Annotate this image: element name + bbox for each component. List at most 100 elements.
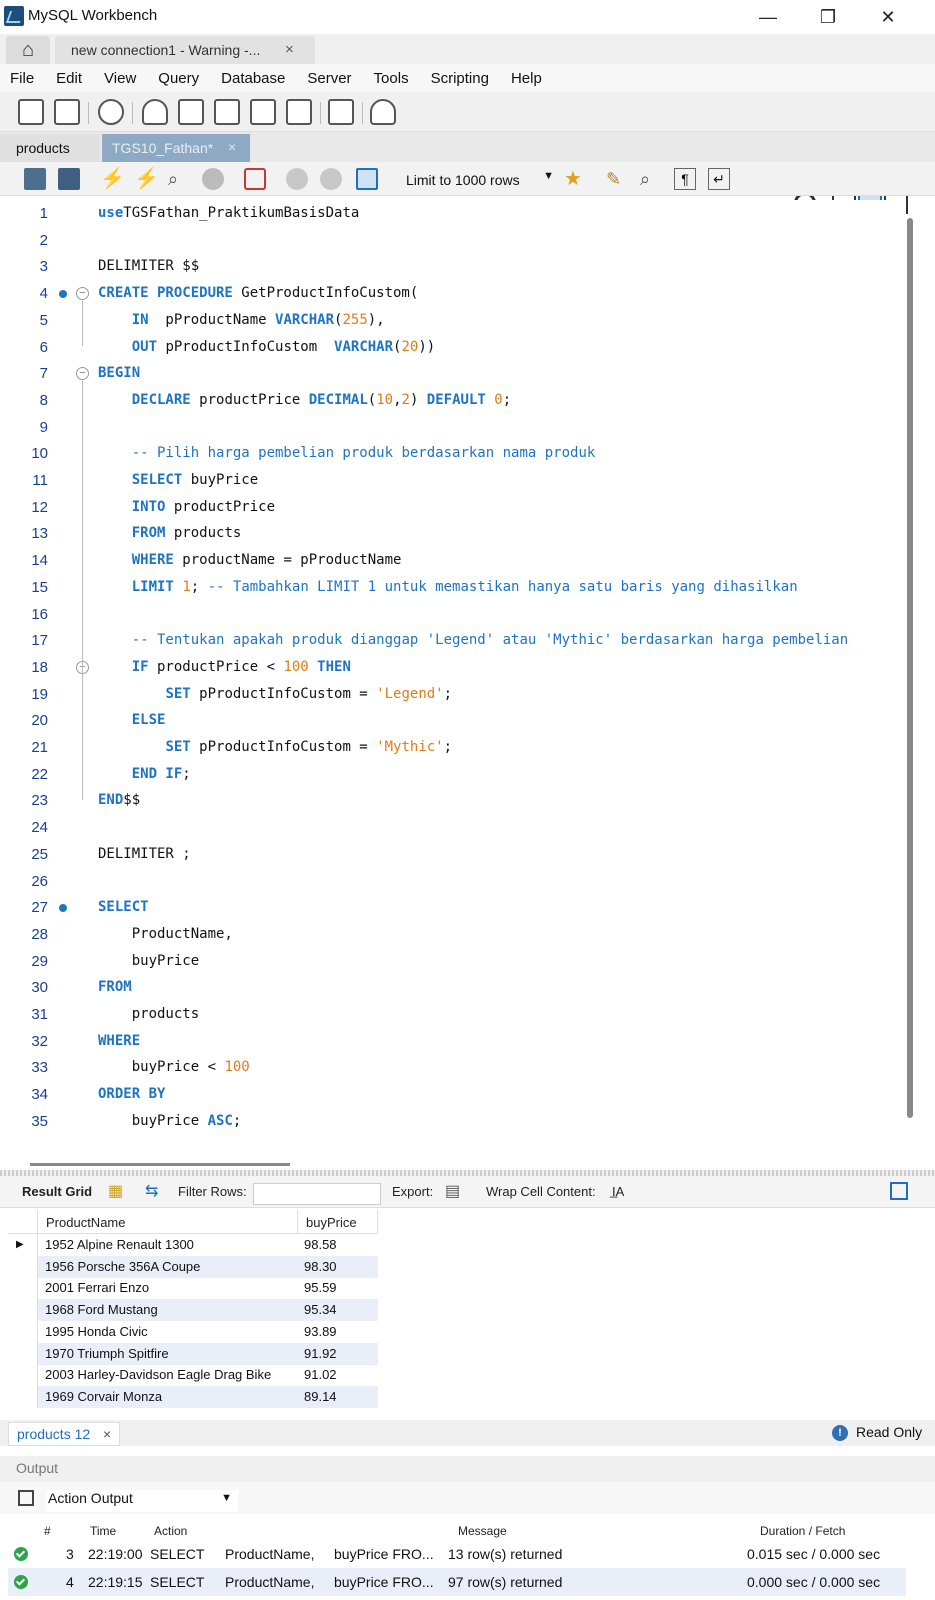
code-line[interactable]: 2 <box>8 227 906 254</box>
code-line[interactable]: 32 WHERE <box>8 1028 906 1055</box>
menu-file[interactable]: File <box>10 70 42 87</box>
code-line[interactable]: 25 DELIMITER ; <box>8 841 906 868</box>
code-line[interactable]: 15 LIMIT 1; -- Tambahkan LIMIT 1 untuk m… <box>8 574 906 601</box>
code-line[interactable]: 26 <box>8 868 906 895</box>
cell-buyprice[interactable]: 95.59 <box>304 1277 337 1299</box>
menu-database[interactable]: Database <box>221 70 293 87</box>
code-line[interactable]: 27 SELECT <box>8 894 906 921</box>
restore-button[interactable]: ❐ <box>798 0 858 34</box>
sql-editor[interactable]: 1 useTGSFathan_PraktikumBasisData 2 3 DELIMI… <box>8 200 906 1156</box>
rollback-icon[interactable] <box>320 168 342 190</box>
code-line[interactable]: 19 SET pProductInfoCustom = 'Legend'; <box>8 681 906 708</box>
execute-current-icon[interactable]: ⚡ <box>134 168 159 190</box>
code-line[interactable]: 18− IF productPrice < 100 THEN <box>8 654 906 681</box>
close-tab-icon[interactable]: × <box>103 1426 111 1442</box>
column-header-productname[interactable]: ProductName <box>38 1210 298 1234</box>
editor-vertical-scrollbar[interactable] <box>907 218 913 1118</box>
tab-tgs10-fathan[interactable]: TGS10_Fathan* × <box>102 134 250 162</box>
code-line[interactable]: 14 WHERE productName = pProductName <box>8 547 906 574</box>
editor-horizontal-scrollbar[interactable] <box>30 1163 290 1166</box>
minimize-button[interactable]: — <box>738 0 798 34</box>
code-line[interactable]: 17 -- Tentukan apakah produk dianggap 'L… <box>8 627 906 654</box>
create-schema-icon[interactable] <box>142 99 168 125</box>
output-row[interactable]: 3 22:19:00 SELECT ProductName, buyPrice FRO.… <box>8 1540 906 1568</box>
add-snippet-icon[interactable]: ★ <box>564 168 586 190</box>
code-line[interactable]: 20 ELSE <box>8 707 906 734</box>
cell-productname[interactable]: 1968 Ford Mustang <box>45 1299 158 1321</box>
cell-buyprice[interactable]: 91.02 <box>304 1364 337 1386</box>
table-row[interactable]: 1956 Porsche 356A Coupe 98.30 <box>8 1255 378 1278</box>
code-line[interactable]: 24 <box>8 814 906 841</box>
code-line[interactable]: 8 DECLARE productPrice DECIMAL(10,2) DEF… <box>8 387 906 414</box>
code-line[interactable]: 29 buyPrice <box>8 948 906 975</box>
result-tab-products[interactable]: products 12 × <box>8 1422 120 1446</box>
code-line[interactable]: 4 − CREATE PROCEDURE GetProductInfoCustom( <box>8 280 906 307</box>
table-row[interactable]: 1968 Ford Mustang 95.34 <box>8 1299 378 1322</box>
refresh-icon[interactable]: ⇆ <box>145 1181 158 1201</box>
create-table-icon[interactable] <box>178 99 204 125</box>
toggle-continue-on-error-icon[interactable] <box>244 168 266 190</box>
filter-rows-input[interactable] <box>253 1183 381 1205</box>
row-selector[interactable] <box>8 1342 38 1365</box>
menu-help[interactable]: Help <box>511 70 550 87</box>
wrap-cell-icon[interactable]: I̲A <box>612 1184 624 1199</box>
code-line[interactable]: 34 ORDER BY <box>8 1081 906 1108</box>
code-line[interactable]: 10 -- Pilih harga pembelian produk berda… <box>8 440 906 467</box>
code-line[interactable]: 31 products <box>8 1001 906 1028</box>
inspector-icon[interactable] <box>98 99 124 125</box>
output-row[interactable]: 4 22:19:15 SELECT ProductName, buyPrice FRO.… <box>8 1568 906 1596</box>
cell-buyprice[interactable]: 93.89 <box>304 1321 337 1343</box>
code-line[interactable]: 23 END$$ <box>8 787 906 814</box>
code-line[interactable]: 9 <box>8 414 906 441</box>
cell-buyprice[interactable]: 98.58 <box>304 1234 337 1256</box>
code-line[interactable]: 16 <box>8 601 906 628</box>
close-tab-icon[interactable]: × <box>228 139 236 155</box>
code-line[interactable]: 12 INTO productPrice <box>8 494 906 521</box>
copy-icon[interactable] <box>18 1490 34 1506</box>
tab-products[interactable]: products <box>0 134 100 162</box>
code-line[interactable]: 21 SET pProductInfoCustom = 'Mythic'; <box>8 734 906 761</box>
action-output-select[interactable]: Action Output ▼ <box>46 1490 238 1512</box>
code-line[interactable]: 3 DELIMITER $$ <box>8 253 906 280</box>
code-line[interactable]: 1 useTGSFathan_PraktikumBasisData <box>8 200 906 227</box>
limit-rows-select[interactable]: Limit to 1000 rows ▼ <box>398 168 560 192</box>
create-function-icon[interactable] <box>286 99 312 125</box>
cell-buyprice[interactable]: 98.30 <box>304 1256 337 1278</box>
create-view-icon[interactable] <box>214 99 240 125</box>
cell-productname[interactable]: 1970 Triumph Spitfire <box>45 1343 169 1365</box>
close-tab-icon[interactable]: × <box>285 41 294 58</box>
table-row[interactable]: 2001 Ferrari Enzo 95.59 <box>8 1277 378 1300</box>
menu-server[interactable]: Server <box>307 70 359 87</box>
menu-edit[interactable]: Edit <box>56 70 90 87</box>
fold-toggle-icon[interactable]: − <box>76 287 89 301</box>
code-line[interactable]: 22 END IF; <box>8 761 906 788</box>
column-header-buyprice[interactable]: buyPrice <box>298 1210 378 1234</box>
table-row[interactable]: 2003 Harley-Davidson Eagle Drag Bike 91.0… <box>8 1364 378 1387</box>
menu-tools[interactable]: Tools <box>374 70 417 87</box>
code-line[interactable]: 13 FROM products <box>8 520 906 547</box>
search-table-data-icon[interactable] <box>328 99 354 125</box>
table-row[interactable]: 1970 Triumph Spitfire 91.92 <box>8 1342 378 1365</box>
close-window-button[interactable]: ✕ <box>858 0 918 34</box>
create-procedure-icon[interactable] <box>250 99 276 125</box>
row-selector[interactable] <box>8 1277 38 1300</box>
row-selector[interactable]: ▶ <box>8 1234 38 1256</box>
cell-productname[interactable]: 1952 Alpine Renault 1300 <box>45 1234 194 1256</box>
cell-productname[interactable]: 2003 Harley-Davidson Eagle Drag Bike <box>45 1364 271 1386</box>
result-panel-toggle-icon[interactable] <box>890 1182 908 1200</box>
execute-icon[interactable]: ⚡ <box>100 168 125 190</box>
fold-toggle-icon[interactable]: − <box>76 367 89 381</box>
save-icon[interactable] <box>58 168 80 190</box>
invisible-chars-icon[interactable]: ¶ <box>674 168 696 190</box>
row-selector[interactable] <box>8 1299 38 1322</box>
cell-productname[interactable]: 1956 Porsche 356A Coupe <box>45 1256 200 1278</box>
code-line[interactable]: 6 OUT pProductInfoCustom VARCHAR(20)) <box>8 334 906 361</box>
result-grid-tab[interactable]: Result Grid <box>22 1184 92 1199</box>
find-icon[interactable]: ⌕ <box>640 168 662 190</box>
explain-icon[interactable]: ⌕ <box>168 168 190 190</box>
code-line[interactable]: 7 − BEGIN <box>8 360 906 387</box>
menu-query[interactable]: Query <box>158 70 207 87</box>
stop-icon[interactable] <box>202 168 224 190</box>
menu-scripting[interactable]: Scripting <box>431 70 497 87</box>
home-tab[interactable]: ⌂ <box>6 36 50 64</box>
